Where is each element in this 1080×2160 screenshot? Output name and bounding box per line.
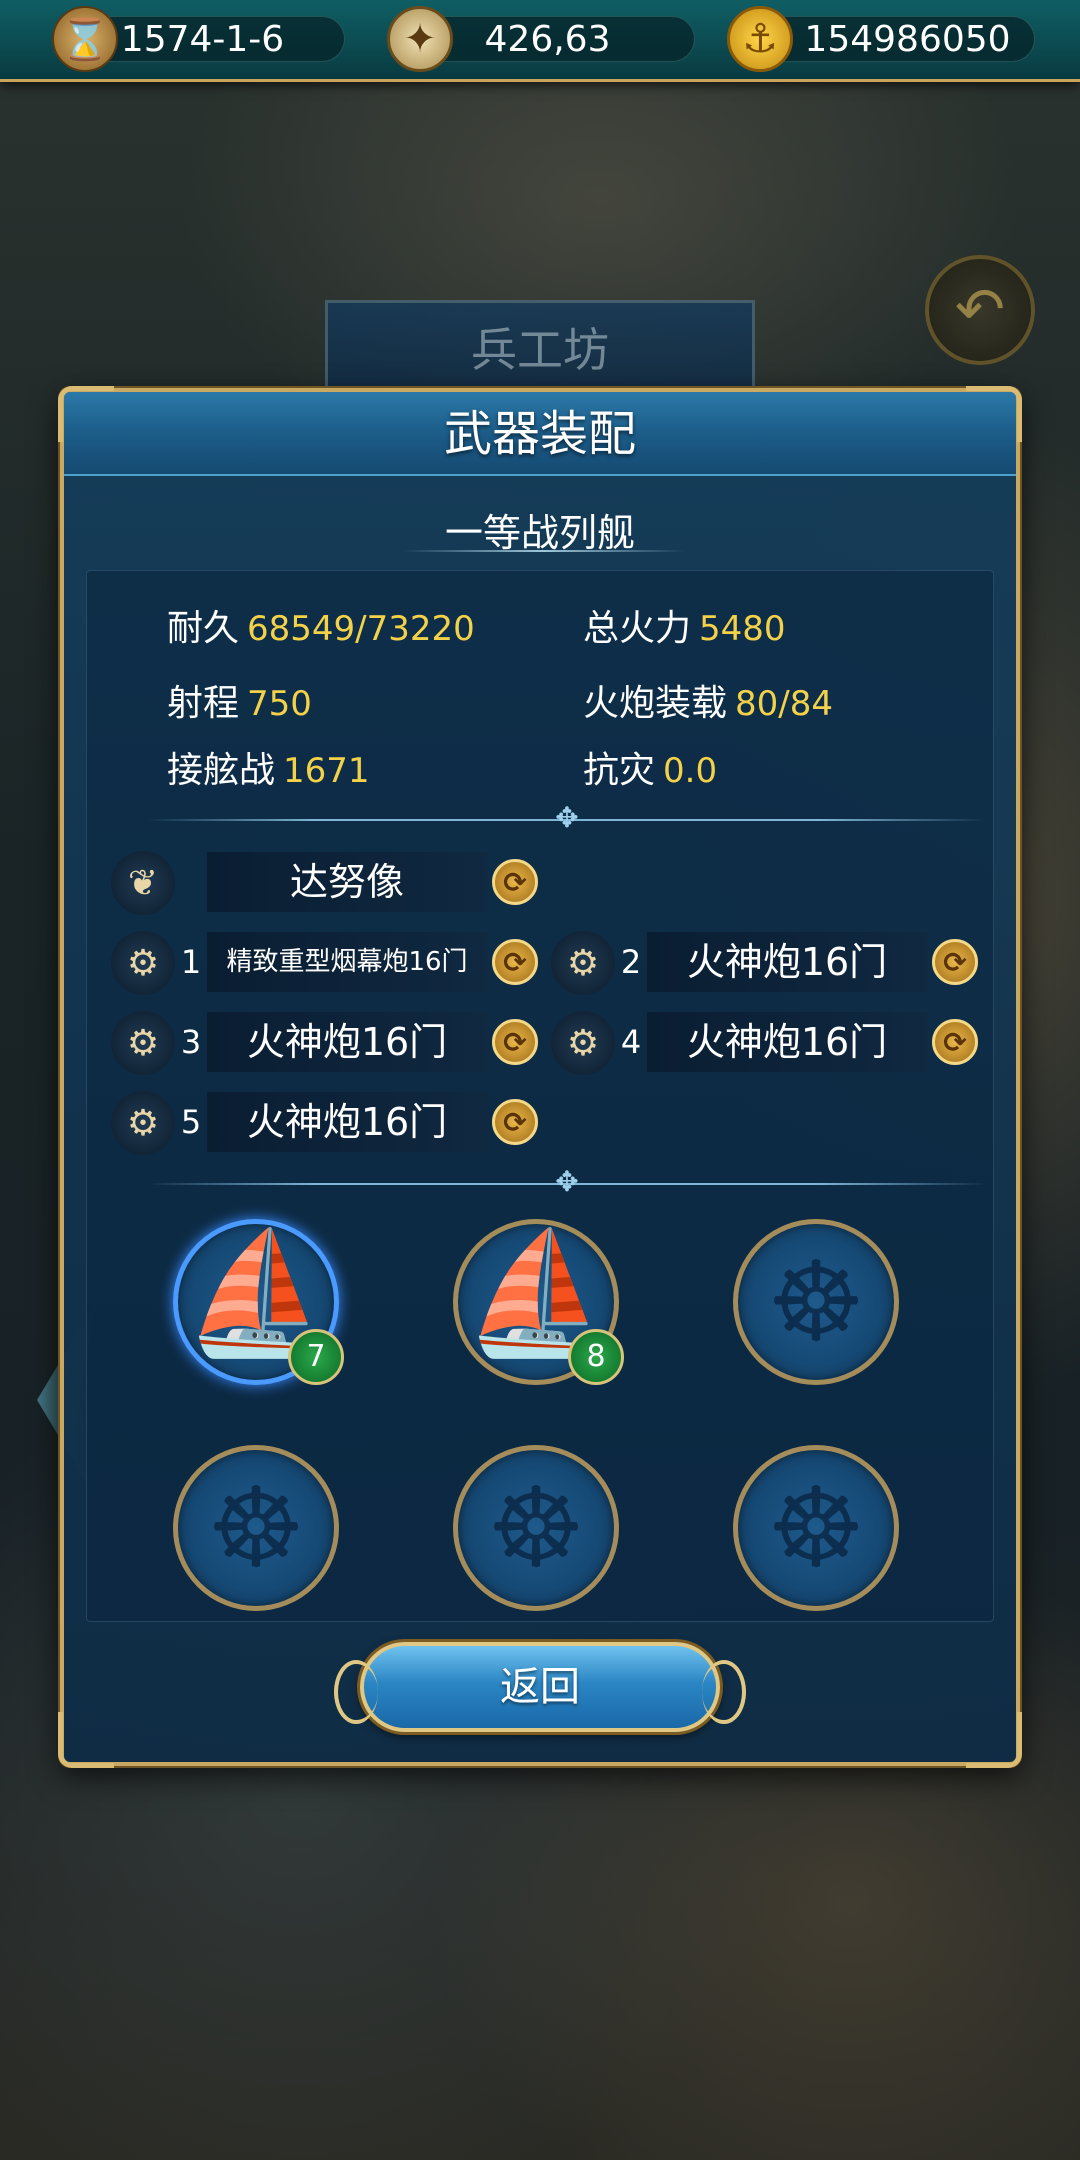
panel-header: 武器装配 <box>64 392 1016 476</box>
panel-corner <box>966 1712 1022 1768</box>
cannon-slot-number: 5 <box>180 1103 202 1141</box>
ship-wheel-icon: ☸ <box>486 1464 586 1592</box>
compass-icon: ✦ <box>387 6 453 72</box>
back-arrow-icon: ↶ <box>954 275 1006 345</box>
swap-cannon-2-button[interactable]: ⟳ <box>932 939 978 985</box>
stat-label: 耐久 <box>167 608 240 649</box>
stat-value: 80/84 <box>735 684 833 724</box>
stat-label: 射程 <box>167 683 240 724</box>
fleet-slot-1[interactable]: ⛵ 7 <box>173 1219 344 1385</box>
stat-value: 750 <box>247 684 312 724</box>
cannon-icon: ⚙ <box>551 1011 615 1075</box>
panel-title: 武器装配 <box>443 406 636 462</box>
stat-label: 总火力 <box>583 608 692 649</box>
divider-ornament-icon: ✥ <box>555 1165 579 1198</box>
section-divider: ✥ <box>147 1167 987 1197</box>
stat-range: 射程 750 <box>167 674 312 726</box>
cannon-slot-number: 2 <box>620 943 642 981</box>
return-button[interactable]: 返回 <box>334 1642 746 1732</box>
fleet-slot-3[interactable]: ☸ <box>733 1219 899 1385</box>
cannon-icon: ⚙ <box>111 1091 175 1155</box>
fleet-slot-4[interactable]: ☸ <box>173 1445 339 1611</box>
cannon-slot-2[interactable]: 火神炮16门 <box>647 932 927 992</box>
fleet-slot-2[interactable]: ⛵ 8 <box>453 1219 624 1385</box>
arsenal-title: 兵工坊 <box>471 323 609 377</box>
ship-wheel-icon: ☸ <box>206 1464 306 1592</box>
stat-total-firepower: 总火力 5480 <box>583 599 786 651</box>
stat-value: 0.0 <box>663 751 718 791</box>
cannon-icon: ⚙ <box>111 1011 175 1075</box>
swap-figurehead-button[interactable]: ⟳ <box>492 859 538 905</box>
arsenal-header-background: 兵工坊 <box>325 300 755 395</box>
cannon-icon: ⚙ <box>111 931 175 995</box>
swap-cannon-5-button[interactable]: ⟳ <box>492 1099 538 1145</box>
panel-corner <box>58 1712 114 1768</box>
stat-value: 1671 <box>283 751 370 791</box>
ship-name: 一等战列舰 <box>444 511 635 555</box>
fleet-slot-6[interactable]: ☸ <box>733 1445 899 1611</box>
divider-ornament-icon: ✥ <box>555 801 579 834</box>
cannon-slot-5[interactable]: 火神炮16门 <box>207 1092 487 1152</box>
cannon-slot-number: 1 <box>180 943 202 981</box>
ship-wheel-icon: ☸ <box>766 1238 866 1366</box>
cannon-slot-number: 4 <box>620 1023 642 1061</box>
ship-level-badge: 7 <box>288 1329 344 1385</box>
stat-label: 抗灾 <box>583 750 656 791</box>
stat-boarding: 接舷战 1671 <box>167 741 370 793</box>
ship-wheel-icon: ☸ <box>766 1464 866 1592</box>
cannon-slot-1[interactable]: 精致重型烟幕炮16门 <box>207 932 487 992</box>
swap-cannon-4-button[interactable]: ⟳ <box>932 1019 978 1065</box>
swap-cannon-3-button[interactable]: ⟳ <box>492 1019 538 1065</box>
ship-name-underline <box>404 550 684 552</box>
stat-disaster-resistance: 抗灾 0.0 <box>583 741 717 793</box>
gold-coin-icon: ⚓ <box>727 6 793 72</box>
ship-details-area: 耐久 68549/73220 总火力 5480 射程 750 火炮装载 80/84 接舷… <box>86 570 994 1622</box>
cannon-slot-4[interactable]: 火神炮16门 <box>647 1012 927 1072</box>
fleet-slot-5[interactable]: ☸ <box>453 1445 619 1611</box>
hourglass-icon: ⌛ <box>52 6 118 72</box>
stat-cannon-load: 火炮装载 80/84 <box>583 674 833 726</box>
stat-label: 接舷战 <box>167 750 276 791</box>
cannon-slot-number: 3 <box>180 1023 202 1061</box>
swap-cannon-1-button[interactable]: ⟳ <box>492 939 538 985</box>
wing-icon: ❦ <box>111 851 175 915</box>
cannon-slot-3[interactable]: 火神炮16门 <box>207 1012 487 1072</box>
back-arrow-button[interactable]: ↶ <box>925 255 1035 365</box>
figurehead-slot[interactable]: 达努像 <box>207 852 487 912</box>
cannon-icon: ⚙ <box>551 931 615 995</box>
stat-durability: 耐久 68549/73220 <box>167 599 475 651</box>
section-divider: ✥ <box>147 803 987 833</box>
ship-level-badge: 8 <box>568 1329 624 1385</box>
resource-bar: 1574-1-6 ⌛ 426,63 ✦ 154986050 ⚓ <box>0 0 1080 82</box>
stat-value: 68549/73220 <box>247 609 475 649</box>
stat-value: 5480 <box>699 609 786 649</box>
stat-label: 火炮装载 <box>583 683 728 724</box>
weapon-equip-panel: 武器装配 一等战列舰 耐久 68549/73220 总火力 5480 射程 750 火… <box>58 386 1022 1768</box>
